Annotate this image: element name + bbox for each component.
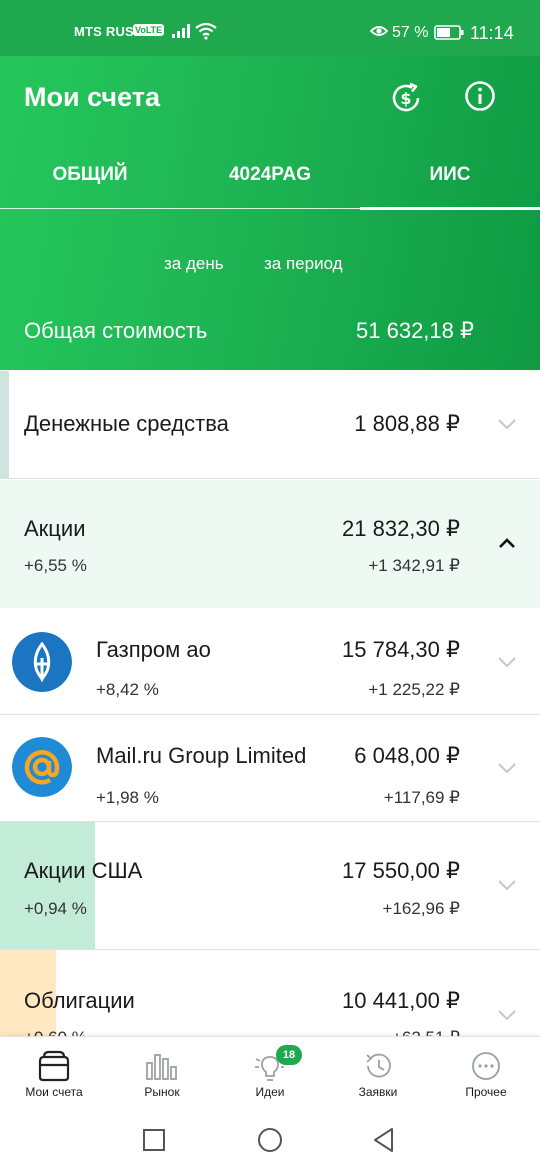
- svg-text:$: $: [400, 89, 411, 108]
- cash-value: 1 808,88 ₽: [354, 411, 460, 436]
- nav-ideas[interactable]: 18 Идеи: [216, 1037, 324, 1109]
- cash-name: Денежные средства: [24, 411, 229, 436]
- security-percent: +1,98 %: [96, 788, 159, 807]
- chevron-down-icon[interactable]: [498, 763, 516, 773]
- carrier-label: MTS RUS: [74, 24, 134, 39]
- bonds-value: 10 441,00 ₽: [342, 988, 460, 1013]
- accounts-header: Мои счета $ ОБЩИЙ 4024PAG ИИС за день за…: [0, 56, 540, 370]
- total-value-amount: 51 632,18 ₽: [356, 318, 474, 343]
- chevron-down-icon[interactable]: [498, 1010, 516, 1020]
- security-value: 15 784,30 ₽: [342, 637, 460, 662]
- bar-chart-icon: [146, 1054, 177, 1080]
- mailru-logo-icon: [12, 737, 72, 797]
- battery-icon: [434, 25, 464, 40]
- info-icon[interactable]: [464, 80, 496, 112]
- stocks-value: 21 832,30 ₽: [342, 516, 460, 541]
- security-name: Газпром ао: [96, 637, 211, 662]
- back-icon[interactable]: [370, 1126, 398, 1154]
- period-range-button[interactable]: за период: [264, 254, 343, 274]
- chevron-down-icon[interactable]: [498, 880, 516, 890]
- us-stocks-value: 17 550,00 ₽: [342, 858, 460, 883]
- home-icon[interactable]: [256, 1126, 284, 1154]
- tabs-divider: [0, 208, 540, 209]
- security-row[interactable]: Mail.ru Group Limited 6 048,00 ₽ +1,98 %…: [0, 715, 540, 822]
- us-stocks-row[interactable]: Акции США 17 550,00 ₽ +0,94 % +162,96 ₽: [0, 822, 540, 950]
- nav-label: Прочее: [465, 1085, 507, 1099]
- wifi-icon: [195, 22, 217, 40]
- battery-percent: 57 %: [392, 24, 429, 41]
- security-percent: +8,42 %: [96, 680, 159, 699]
- stocks-change: +1 342,91 ₽: [368, 556, 460, 575]
- bottom-navigation: Мои счета Рынок 18 Идеи Заявки Прочее: [0, 1036, 540, 1108]
- chevron-down-icon[interactable]: [498, 419, 516, 429]
- nav-label: Заявки: [358, 1085, 398, 1099]
- bonds-change: +62,51 ₽: [392, 1028, 460, 1036]
- nav-label: Идеи: [255, 1085, 285, 1099]
- security-change: +117,69 ₽: [383, 788, 460, 807]
- page-title: Мои счета: [24, 82, 160, 112]
- system-navigation-bar: [0, 1108, 540, 1170]
- us-stocks-change: +162,96 ₽: [382, 899, 460, 918]
- eye-icon: [370, 26, 388, 36]
- bonds-row[interactable]: Облигации 10 441,00 ₽ +0,60 % +62,51 ₽: [0, 950, 540, 1036]
- currency-refresh-icon[interactable]: $: [388, 80, 424, 116]
- security-value: 6 048,00 ₽: [354, 743, 460, 768]
- more-dots-icon: [472, 1052, 500, 1080]
- us-stocks-percent: +0,94 %: [24, 899, 87, 918]
- security-row[interactable]: Газпром ао 15 784,30 ₽ +8,42 % +1 225,22…: [0, 608, 540, 715]
- cash-accent-bar: [0, 371, 9, 478]
- cash-row[interactable]: Денежные средства 1 808,88 ₽: [0, 371, 540, 479]
- signal-icon: [172, 24, 190, 38]
- bonds-name: Облигации: [24, 988, 135, 1013]
- clock: 11:14: [470, 23, 514, 43]
- tab-4024pag[interactable]: 4024PAG: [180, 156, 360, 210]
- nav-label: Мои счета: [25, 1085, 83, 1099]
- status-bar: MTS RUS VoLTE 57 % 11:14: [0, 0, 540, 56]
- tab-iis[interactable]: ИИС: [360, 156, 540, 210]
- security-name: Mail.ru Group Limited: [96, 743, 307, 768]
- volte-badge: VoLTE: [133, 24, 165, 36]
- period-day-button[interactable]: за день: [164, 254, 224, 274]
- total-value-label: Общая стоимость: [24, 318, 208, 343]
- nav-orders[interactable]: Заявки: [324, 1037, 432, 1109]
- stocks-name: Акции: [24, 516, 86, 541]
- stocks-row[interactable]: Акции 21 832,30 ₽ +6,55 % +1 342,91 ₽: [0, 480, 540, 608]
- us-stocks-name: Акции США: [24, 858, 143, 883]
- nav-market[interactable]: Рынок: [108, 1037, 216, 1109]
- nav-label: Рынок: [144, 1085, 180, 1099]
- ideas-badge: 18: [276, 1045, 302, 1065]
- account-tabs: ОБЩИЙ 4024PAG ИИС: [0, 156, 540, 210]
- us-stocks-accent-bar: [0, 822, 95, 949]
- stocks-percent: +6,55 %: [24, 556, 87, 575]
- bonds-percent: +0,60 %: [24, 1028, 87, 1036]
- history-clock-icon: [366, 1053, 391, 1078]
- tab-general[interactable]: ОБЩИЙ: [0, 156, 180, 210]
- wallet-icon: [38, 1050, 70, 1082]
- security-change: +1 225,22 ₽: [368, 680, 460, 699]
- nav-more[interactable]: Прочее: [432, 1037, 540, 1109]
- chevron-up-icon[interactable]: [498, 538, 516, 548]
- recent-apps-icon[interactable]: [140, 1126, 168, 1154]
- nav-my-accounts[interactable]: Мои счета: [0, 1037, 108, 1109]
- gazprom-logo-icon: [12, 632, 72, 692]
- chevron-down-icon[interactable]: [498, 657, 516, 667]
